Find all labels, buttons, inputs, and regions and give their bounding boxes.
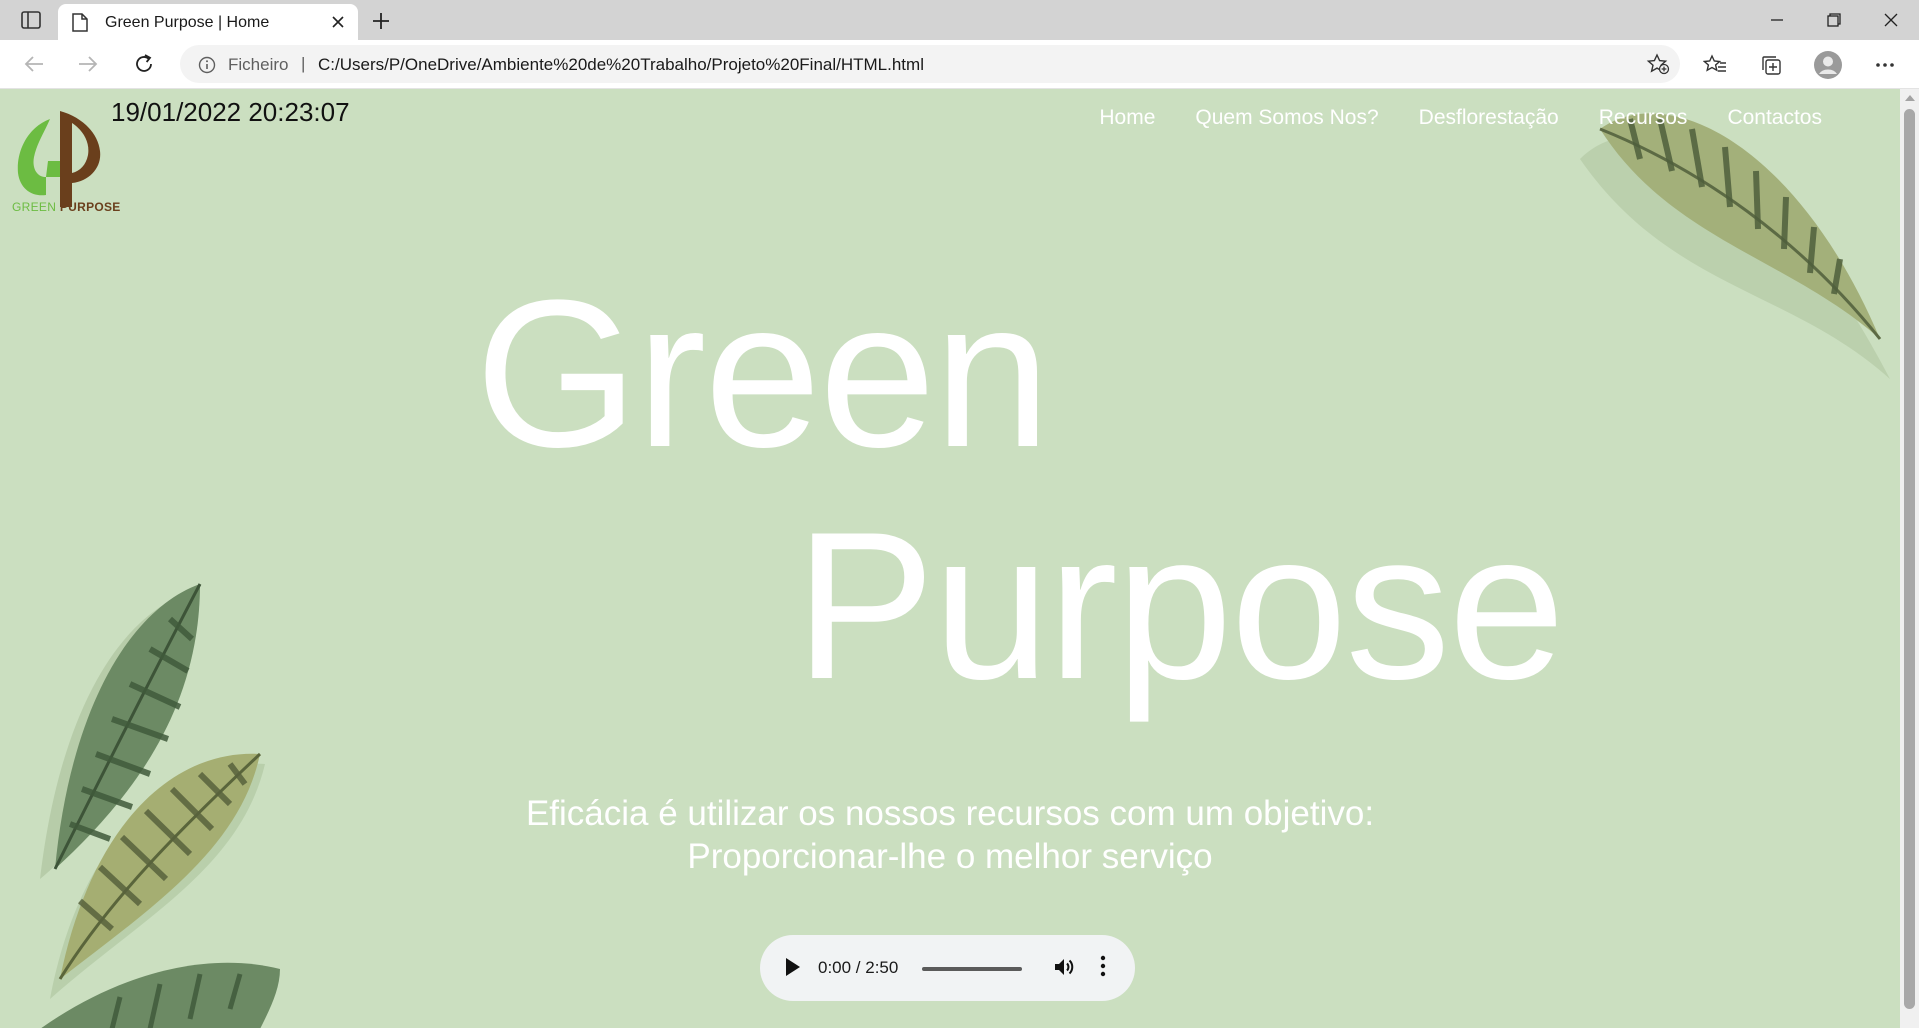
tagline-line-2: Proporcionar-lhe o melhor serviço — [687, 837, 1213, 876]
main-navigation: Home Quem Somos Nos? Desflorestação Recu… — [1099, 106, 1822, 130]
logo-text-green: GREEN — [12, 200, 57, 214]
favorites-icon[interactable] — [1698, 48, 1732, 82]
back-arrow-icon[interactable] — [18, 48, 50, 80]
hero-title-purpose: Purpose — [795, 488, 1565, 723]
audio-progress-slider[interactable] — [922, 967, 1022, 971]
more-options-icon[interactable] — [1868, 48, 1902, 82]
scroll-up-arrow-icon[interactable] — [1905, 95, 1915, 101]
scheme-separator: | — [301, 54, 306, 73]
audio-player: 0:00 / 2:50 — [760, 935, 1135, 1001]
scheme-label: Ficheiro — [228, 55, 289, 74]
leaf-decoration-top-icon — [1580, 113, 1890, 379]
minimize-icon[interactable] — [1749, 0, 1805, 40]
tab-actions-icon[interactable] — [16, 8, 46, 32]
nav-desflorestacao[interactable]: Desflorestação — [1419, 106, 1559, 130]
audio-more-options-icon[interactable] — [1100, 954, 1106, 983]
volume-icon[interactable] — [1052, 955, 1076, 984]
tab-title: Green Purpose | Home — [105, 14, 270, 31]
tagline-line-1: Eficácia é utilizar os nossos recursos c… — [525, 794, 1375, 833]
hero-title-green: Green — [475, 256, 1051, 491]
reload-icon[interactable] — [128, 48, 160, 80]
play-icon[interactable] — [786, 958, 800, 976]
scrollbar-thumb[interactable] — [1904, 109, 1915, 1009]
nav-contactos[interactable]: Contactos — [1727, 106, 1822, 130]
profile-avatar-icon[interactable] — [1811, 48, 1845, 82]
close-window-icon[interactable] — [1863, 0, 1919, 40]
logo-text: GREEN PURPOSE — [12, 200, 121, 214]
collections-icon[interactable] — [1754, 48, 1788, 82]
tab-bar: Green Purpose | Home — [0, 0, 1919, 40]
tagline: Eficácia é utilizar os nossos recursos c… — [0, 792, 1900, 878]
green-purpose-logo — [17, 111, 101, 207]
close-tab-icon[interactable] — [326, 10, 350, 34]
site-info-icon[interactable] — [198, 56, 216, 79]
new-tab-icon[interactable] — [368, 8, 394, 34]
nav-quem-somos[interactable]: Quem Somos Nos? — [1195, 106, 1378, 130]
add-favorite-icon[interactable] — [1646, 53, 1670, 80]
nav-home[interactable]: Home — [1099, 106, 1155, 130]
address-toolbar: Ficheiro | C:/Users/P/OneDrive/Ambiente%… — [0, 40, 1919, 89]
vertical-scrollbar[interactable] — [1900, 89, 1919, 1028]
page-viewport: GREEN PURPOSE 19/01/2022 20:23:07 Home Q… — [0, 89, 1900, 1028]
forward-arrow-icon[interactable] — [72, 48, 104, 80]
nav-recursos[interactable]: Recursos — [1599, 106, 1688, 130]
audio-time: 0:00 / 2:50 — [818, 958, 899, 977]
address-bar[interactable]: Ficheiro | C:/Users/P/OneDrive/Ambiente%… — [180, 45, 1680, 83]
browser-tab[interactable]: Green Purpose | Home — [58, 4, 358, 40]
page-icon — [72, 13, 88, 37]
restore-icon[interactable] — [1806, 0, 1862, 40]
date-time-clock: 19/01/2022 20:23:07 — [111, 97, 350, 127]
logo-text-purpose: PURPOSE — [59, 200, 121, 214]
url-text[interactable]: C:/Users/P/OneDrive/Ambiente%20de%20Trab… — [318, 55, 924, 75]
